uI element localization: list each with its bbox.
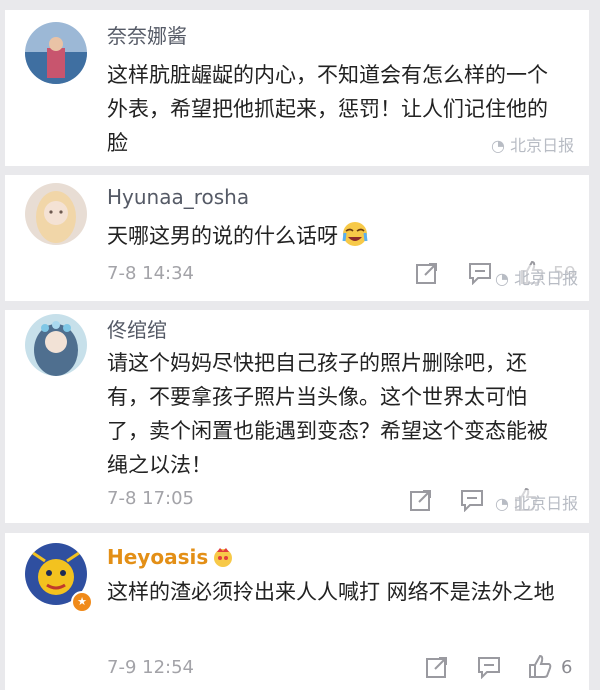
weibo-logo-icon: ◔ bbox=[495, 269, 509, 288]
comment-username[interactable]: Hyunaa_rosha bbox=[107, 185, 249, 209]
comment-text-content: 天哪这男的说的什么话呀 bbox=[107, 224, 338, 248]
comment-text: 天哪这男的说的什么话呀 bbox=[107, 219, 567, 257]
share-icon[interactable] bbox=[415, 261, 439, 285]
comment-username[interactable]: Heyoasis bbox=[107, 545, 234, 573]
username-text: Heyoasis bbox=[107, 545, 209, 569]
crying-laugh-emoji bbox=[342, 221, 368, 257]
watermark-text: 北京日报 bbox=[510, 136, 575, 155]
comment-icon[interactable] bbox=[477, 655, 501, 679]
comment-icon[interactable] bbox=[460, 488, 484, 512]
comment-time: 7-9 12:54 bbox=[107, 657, 194, 678]
comment-username[interactable]: 佟绾绾 bbox=[107, 314, 167, 343]
watermark-text: 北京日报 bbox=[514, 269, 579, 288]
comment-card: Hyunaa_rosha 天哪这男的说的什么话呀 7-8 14:34 59 ◔ … bbox=[5, 175, 589, 301]
comment-time: 7-8 17:05 bbox=[107, 488, 194, 509]
comment-card: ★ Heyoasis 这样的渣必须拎出来人人喊打 网络不是法外之地 7-9 12… bbox=[5, 533, 589, 690]
watermark-text: 北京日报 bbox=[514, 494, 579, 513]
avatar[interactable] bbox=[25, 22, 87, 84]
comment-card: 佟绾绾 请这个妈妈尽快把自己孩子的照片删除吧，还有，不要拿孩子照片当头像。这个世… bbox=[5, 310, 589, 523]
weibo-logo-icon: ◔ bbox=[491, 136, 505, 155]
watermark: ◔ 北京日报 bbox=[491, 132, 574, 156]
avatar[interactable] bbox=[25, 183, 87, 245]
crown-emoji bbox=[212, 546, 234, 573]
comment-text: 请这个妈妈尽快把自己孩子的照片删除吧，还有，不要拿孩子照片当头像。这个世界太可怕… bbox=[107, 351, 548, 477]
watermark: ◔ 北京日报 bbox=[495, 490, 579, 514]
avatar-image bbox=[25, 314, 87, 376]
share-icon[interactable] bbox=[409, 488, 433, 512]
comment-card: 奈奈娜酱 这样肮脏龌龊的内心，不知道会有怎么样的一个外表，希望把他抓起来，惩罚！… bbox=[5, 10, 589, 166]
thumbs-up-icon[interactable] bbox=[527, 653, 553, 679]
comment-icon[interactable] bbox=[468, 261, 492, 285]
avatar-image bbox=[25, 183, 87, 245]
like-count: 6 bbox=[561, 657, 573, 678]
comment-text: 这样的渣必须拎出来人人喊打 网络不是法外之地 bbox=[107, 580, 555, 604]
avatar-image bbox=[25, 22, 87, 84]
share-icon[interactable] bbox=[425, 655, 449, 679]
comment-time: 7-8 14:34 bbox=[107, 263, 194, 284]
watermark: ◔ 北京日报 bbox=[495, 265, 579, 289]
weibo-logo-icon: ◔ bbox=[495, 494, 509, 513]
comment-username[interactable]: 奈奈娜酱 bbox=[107, 20, 187, 49]
verified-badge-icon: ★ bbox=[71, 591, 93, 613]
avatar[interactable] bbox=[25, 314, 87, 376]
